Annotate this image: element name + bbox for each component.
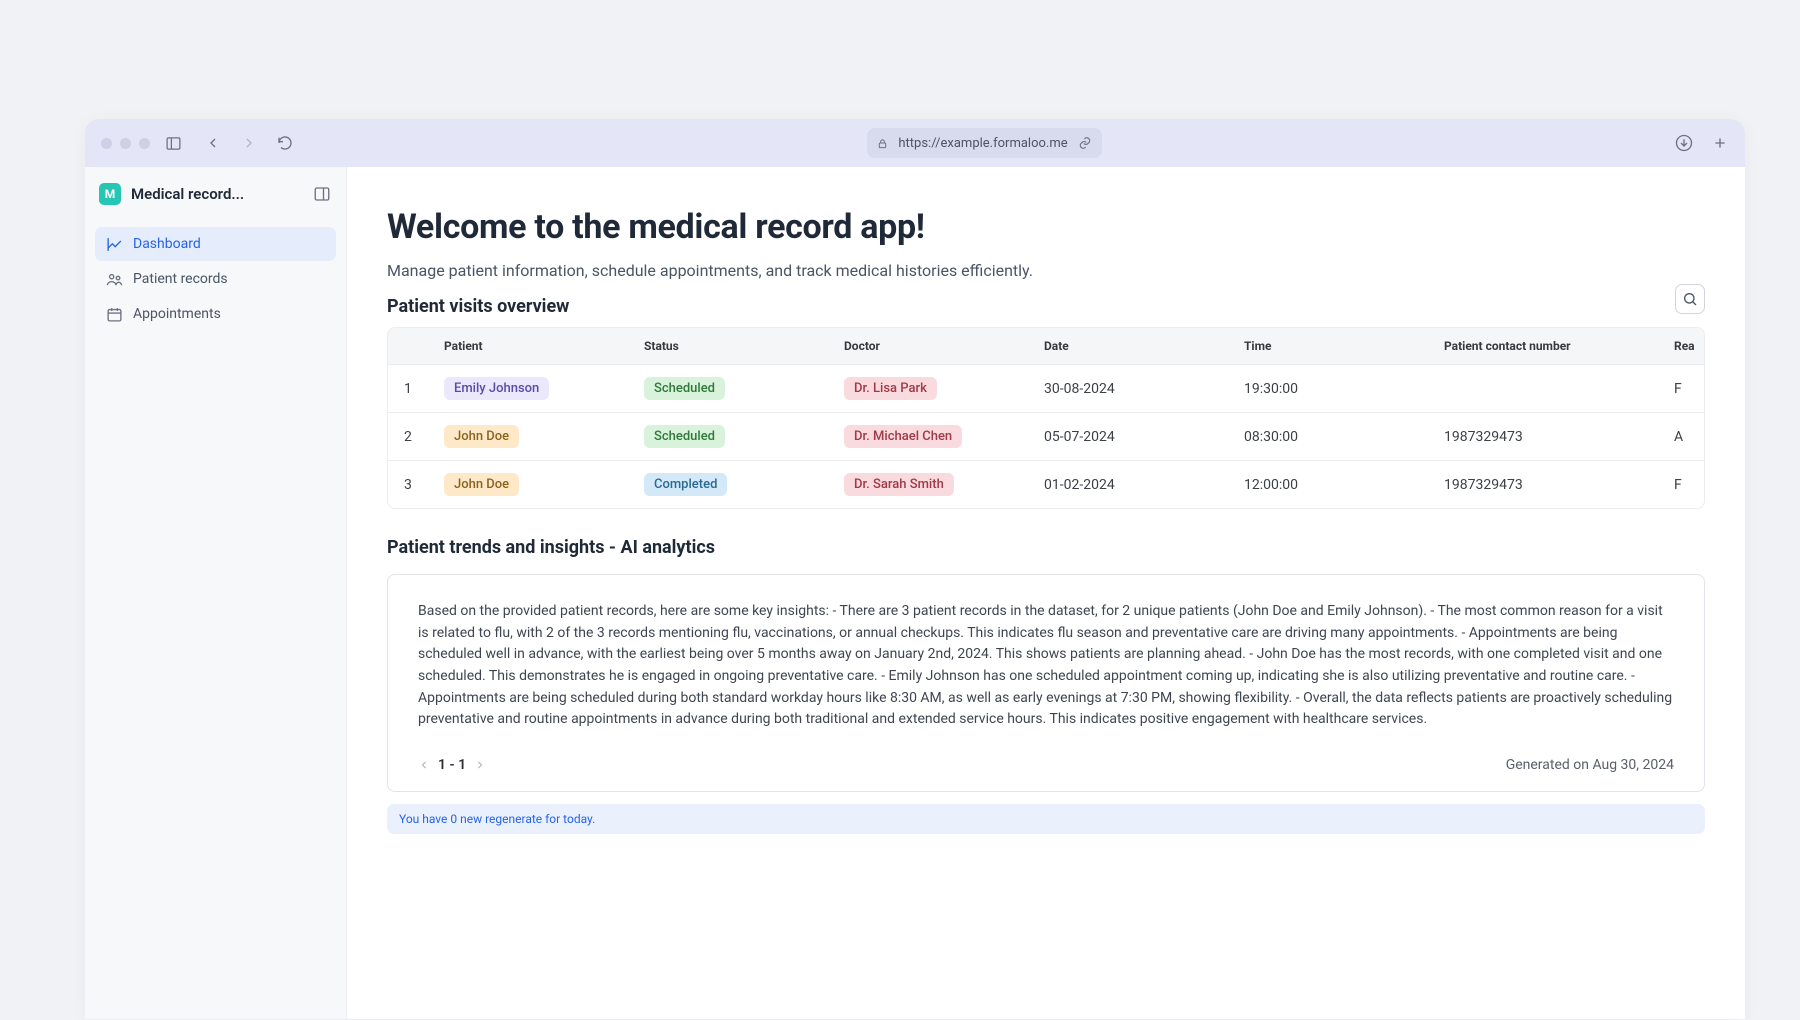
window-controls xyxy=(101,138,150,149)
row-index: 1 xyxy=(388,365,436,413)
row-index: 3 xyxy=(388,461,436,509)
cell-reason: F xyxy=(1666,365,1705,413)
visits-table: Patient Status Doctor Date Time Patient … xyxy=(387,327,1705,509)
calendar-icon xyxy=(105,305,123,323)
cell-date: 30-08-2024 xyxy=(1036,365,1236,413)
maximize-window-dot[interactable] xyxy=(139,138,150,149)
patient-badge: Emily Johnson xyxy=(444,377,549,400)
row-index: 2 xyxy=(388,413,436,461)
search-icon xyxy=(1682,291,1698,307)
panel-toggle-icon[interactable] xyxy=(312,184,332,204)
cell-status: Scheduled xyxy=(636,413,836,461)
lock-icon xyxy=(877,138,888,149)
forward-icon xyxy=(240,134,258,152)
app-logo: M xyxy=(99,183,121,205)
pager-range: 1 - 1 xyxy=(438,757,466,773)
cell-date: 05-07-2024 xyxy=(1036,413,1236,461)
patient-badge: John Doe xyxy=(444,473,519,496)
doctor-badge: Dr. Sarah Smith xyxy=(844,473,954,496)
page-subtitle: Manage patient information, schedule app… xyxy=(387,261,1705,280)
status-badge: Scheduled xyxy=(644,425,725,448)
table-row[interactable]: 1 Emily Johnson Scheduled Dr. Lisa Park 30-0… xyxy=(388,365,1705,413)
close-window-dot[interactable] xyxy=(101,138,112,149)
minimize-window-dot[interactable] xyxy=(120,138,131,149)
sidebar-item-label: Dashboard xyxy=(133,236,201,252)
search-button[interactable] xyxy=(1675,284,1705,314)
patient-badge: John Doe xyxy=(444,425,519,448)
new-tab-icon[interactable] xyxy=(1711,134,1729,152)
cell-patient: Emily Johnson xyxy=(436,365,636,413)
cell-contact xyxy=(1436,365,1666,413)
sidebar-item-dashboard[interactable]: Dashboard xyxy=(95,227,336,261)
cell-patient: John Doe xyxy=(436,461,636,509)
people-icon xyxy=(105,270,123,288)
browser-toolbar: https://example.formaloo.me xyxy=(85,119,1745,167)
cell-status: Completed xyxy=(636,461,836,509)
cell-doctor: Dr. Michael Chen xyxy=(836,413,1036,461)
sidebar-toggle-icon[interactable] xyxy=(164,134,182,152)
pager-next-icon[interactable] xyxy=(474,759,486,771)
chart-line-icon xyxy=(105,235,123,253)
table-header-time[interactable]: Time xyxy=(1236,328,1436,365)
app-title: Medical record... xyxy=(131,185,272,203)
table-header-date[interactable]: Date xyxy=(1036,328,1236,365)
cell-doctor: Dr. Lisa Park xyxy=(836,365,1036,413)
cell-contact: 1987329473 xyxy=(1436,413,1666,461)
ai-insights-text: Based on the provided patient records, h… xyxy=(418,601,1674,731)
main-content: Welcome to the medical record app! Manag… xyxy=(347,167,1745,1019)
visits-heading: Patient visits overview xyxy=(387,296,569,317)
cell-doctor: Dr. Sarah Smith xyxy=(836,461,1036,509)
cell-status: Scheduled xyxy=(636,365,836,413)
table-header-reason[interactable]: Rea xyxy=(1666,328,1705,365)
sidebar: M Medical record... Dashboard Pa xyxy=(85,167,347,1019)
reload-icon[interactable] xyxy=(276,134,294,152)
cell-date: 01-02-2024 xyxy=(1036,461,1236,509)
table-header-contact[interactable]: Patient contact number xyxy=(1436,328,1666,365)
sidebar-item-patient-records[interactable]: Patient records xyxy=(95,262,336,296)
doctor-badge: Dr. Lisa Park xyxy=(844,377,937,400)
link-icon xyxy=(1078,136,1092,150)
ai-pager: 1 - 1 xyxy=(418,757,486,773)
table-row[interactable]: 3 John Doe Completed Dr. Sarah Smith 01-02-2… xyxy=(388,461,1705,509)
sidebar-item-appointments[interactable]: Appointments xyxy=(95,297,336,331)
status-badge: Completed xyxy=(644,473,727,496)
cell-time: 19:30:00 xyxy=(1236,365,1436,413)
table-header-status[interactable]: Status xyxy=(636,328,836,365)
regenerate-banner[interactable]: You have 0 new regenerate for today. xyxy=(387,804,1705,834)
page-title: Welcome to the medical record app! xyxy=(387,207,1705,247)
table-row[interactable]: 2 John Doe Scheduled Dr. Michael Chen 05-07-… xyxy=(388,413,1705,461)
browser-window: https://example.formaloo.me M Medical re… xyxy=(85,119,1745,1019)
ai-insights-card: Based on the provided patient records, h… xyxy=(387,574,1705,792)
ai-heading: Patient trends and insights - AI analyti… xyxy=(387,537,1705,558)
table-header-idx xyxy=(388,328,436,365)
ai-generated-on: Generated on Aug 30, 2024 xyxy=(1506,757,1674,773)
status-badge: Scheduled xyxy=(644,377,725,400)
table-header-patient[interactable]: Patient xyxy=(436,328,636,365)
cell-patient: John Doe xyxy=(436,413,636,461)
cell-contact: 1987329473 xyxy=(1436,461,1666,509)
sidebar-header: M Medical record... xyxy=(85,167,346,221)
pager-prev-icon[interactable] xyxy=(418,759,430,771)
nav-list: Dashboard Patient records Appointments xyxy=(85,221,346,338)
sidebar-item-label: Patient records xyxy=(133,271,228,287)
url-text: https://example.formaloo.me xyxy=(898,136,1067,151)
cell-reason: A xyxy=(1666,413,1705,461)
cell-time: 12:00:00 xyxy=(1236,461,1436,509)
download-icon[interactable] xyxy=(1675,134,1693,152)
table-header-doctor[interactable]: Doctor xyxy=(836,328,1036,365)
back-icon[interactable] xyxy=(204,134,222,152)
sidebar-item-label: Appointments xyxy=(133,306,221,322)
cell-time: 08:30:00 xyxy=(1236,413,1436,461)
cell-reason: F xyxy=(1666,461,1705,509)
url-bar[interactable]: https://example.formaloo.me xyxy=(867,128,1101,158)
doctor-badge: Dr. Michael Chen xyxy=(844,425,962,448)
